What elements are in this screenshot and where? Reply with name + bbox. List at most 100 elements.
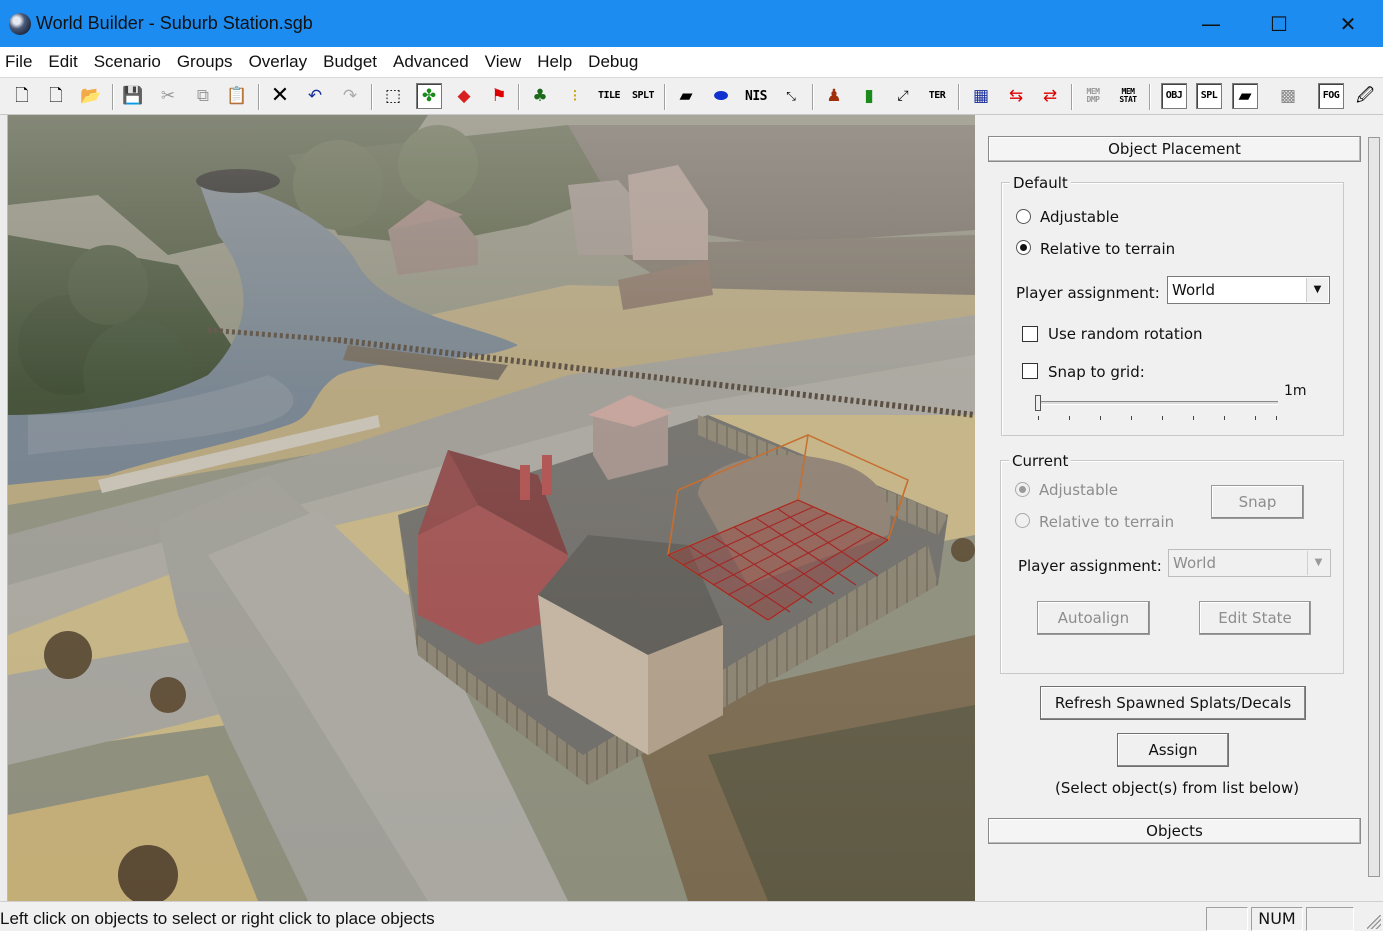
menu-edit[interactable]: Edit — [42, 52, 87, 72]
menu-advanced[interactable]: Advanced — [387, 52, 479, 72]
paste-icon[interactable]: 📋 — [224, 83, 250, 109]
num-lock-indicator: NUM — [1251, 907, 1303, 931]
menu-bar: File Edit Scenario Groups Overlay Budget… — [0, 47, 1383, 77]
current-relative-to-terrain-radio[interactable] — [1015, 513, 1030, 528]
move-arrow-icon[interactable]: ⇆ — [1003, 83, 1029, 109]
mem-dmp-button[interactable]: MEM DMP — [1080, 83, 1106, 109]
copy-icon[interactable]: ⧉ — [190, 83, 216, 109]
undo-icon[interactable]: ↶ — [302, 83, 328, 109]
unit-icon[interactable]: ♟ — [821, 83, 847, 109]
maximize-button[interactable]: ☐ — [1244, 0, 1314, 47]
menu-budget[interactable]: Budget — [317, 52, 387, 72]
default-adjustable-radio[interactable] — [1016, 209, 1031, 224]
window-title: World Builder - Suburb Station.sgb — [36, 13, 313, 33]
side-panel: Object Placement Default Adjustable Rela… — [976, 115, 1383, 901]
panel-scrollbar[interactable] — [1368, 137, 1380, 877]
red-flag-icon[interactable]: ⚑ — [486, 83, 512, 109]
splats-icon[interactable]: ◆ — [451, 83, 477, 109]
scene-render[interactable] — [8, 115, 975, 901]
snap-slider-thumb[interactable] — [1035, 395, 1041, 411]
current-adjustable-radio[interactable] — [1015, 482, 1030, 497]
assign-button[interactable]: Assign — [1117, 733, 1229, 767]
menu-view[interactable]: View — [479, 52, 532, 72]
new-document-icon[interactable]: 🗋 — [9, 83, 35, 109]
snap-slider-track[interactable] — [1038, 401, 1278, 405]
world-builder-window: World Builder - Suburb Station.sgb — ☐ ✕… — [0, 0, 1383, 931]
mem-stat-button[interactable]: MEM STAT — [1115, 83, 1141, 109]
terrain-bars-icon[interactable]: ▮ — [856, 83, 882, 109]
cut-icon[interactable]: ✂ — [155, 83, 181, 109]
nis-button[interactable]: NIS — [743, 83, 769, 109]
close-button[interactable]: ✕ — [1313, 0, 1383, 47]
current-adjustable-label[interactable]: Adjustable — [1039, 481, 1118, 499]
current-player-assignment-select[interactable]: World ▼ — [1168, 549, 1331, 577]
default-player-assignment-label: Player assignment: — [1016, 284, 1160, 302]
object-placement-header[interactable]: Object Placement — [988, 136, 1361, 162]
tile-button[interactable]: TILE — [596, 83, 622, 109]
snap-to-grid-checkbox[interactable] — [1022, 363, 1038, 379]
menu-groups[interactable]: Groups — [171, 52, 243, 72]
delete-icon[interactable]: ✕ — [267, 83, 293, 109]
redo-icon[interactable]: ↷ — [337, 83, 363, 109]
resize-grip-icon[interactable] — [1367, 915, 1381, 929]
snap-to-grid-label[interactable]: Snap to grid: — [1048, 363, 1145, 381]
grid-overlay-icon[interactable]: ▩ — [1275, 83, 1301, 109]
use-random-rotation-checkbox[interactable] — [1022, 326, 1038, 342]
default-player-assignment-select[interactable]: World ▼ — [1167, 276, 1330, 304]
menu-help[interactable]: Help — [531, 52, 582, 72]
current-player-assignment-value: World — [1173, 554, 1216, 572]
rotate-arrow-icon[interactable]: ⇄ — [1037, 83, 1063, 109]
menu-debug[interactable]: Debug — [582, 52, 648, 72]
current-legend: Current — [1009, 452, 1072, 470]
splt-button[interactable]: SPLT — [630, 83, 656, 109]
status-bar: Left click on objects to select or right… — [0, 901, 1383, 931]
current-player-assignment-label: Player assignment: — [1018, 557, 1162, 575]
marquee-select-icon[interactable]: ⬚ — [380, 83, 406, 109]
status-pane-caps — [1206, 907, 1248, 931]
snap-button[interactable]: Snap — [1211, 485, 1304, 519]
spl-view-button[interactable]: SPL — [1196, 83, 1222, 109]
toolbar: 🗋 🗋 📂 💾 ✂ ⧉ 📋 ✕ ↶ ↷ ⬚ ✤ ◆ ⚑ ♣ ⁝ TILE SPL… — [0, 77, 1383, 115]
tree-cluster-icon[interactable]: ♣ — [527, 83, 553, 109]
chevron-down-icon: ▼ — [1307, 551, 1329, 575]
3d-viewport[interactable] — [8, 115, 975, 901]
title-bar[interactable]: World Builder - Suburb Station.sgb — ☐ ✕ — [0, 0, 1383, 47]
road-view-icon[interactable]: ▰ — [1232, 83, 1258, 109]
snap-value-label: 1m — [1284, 383, 1307, 399]
fog-view-button[interactable]: FOG — [1318, 83, 1344, 109]
place-objects-icon[interactable]: ✤ — [416, 83, 442, 109]
save-icon[interactable]: 💾 — [120, 83, 146, 109]
use-random-rotation-label[interactable]: Use random rotation — [1048, 325, 1203, 343]
status-message: Left click on objects to select or right… — [0, 909, 435, 928]
measure-3d-icon[interactable]: ⤡ — [778, 83, 804, 109]
current-relative-to-terrain-label[interactable]: Relative to terrain — [1039, 513, 1174, 531]
autoalign-button[interactable]: Autoalign — [1037, 601, 1150, 635]
ter-button[interactable]: TER — [924, 83, 950, 109]
edit-state-button[interactable]: Edit State — [1199, 601, 1311, 635]
left-dock-edge[interactable] — [0, 115, 8, 901]
traffic-light-icon[interactable]: ⁝ — [562, 83, 588, 109]
obj-view-button[interactable]: OBJ — [1161, 83, 1187, 109]
refresh-spawned-splats-decals-button[interactable]: Refresh Spawned Splats/Decals — [1040, 686, 1306, 720]
default-relative-to-terrain-label[interactable]: Relative to terrain — [1040, 240, 1175, 258]
calendar-icon[interactable]: ▦ — [968, 83, 994, 109]
open-folder-icon[interactable]: 📂 — [78, 83, 104, 109]
menu-scenario[interactable]: Scenario — [88, 52, 171, 72]
new-scenario-icon[interactable]: 🗋 — [43, 83, 69, 109]
default-player-assignment-value: World — [1172, 281, 1215, 299]
default-relative-to-terrain-radio[interactable] — [1016, 240, 1031, 255]
minimize-button[interactable]: — — [1176, 0, 1246, 47]
objects-header[interactable]: Objects — [988, 818, 1361, 844]
water-icon[interactable]: ⬬ — [708, 83, 734, 109]
menu-overlay[interactable]: Overlay — [243, 52, 318, 72]
assign-hint: (Select object(s) from list below) — [1055, 779, 1300, 797]
status-pane-scroll — [1306, 907, 1354, 931]
chevron-down-icon: ▼ — [1306, 278, 1328, 302]
path-nodes-icon[interactable]: ⤢ — [890, 83, 916, 109]
menu-file[interactable]: File — [0, 52, 42, 72]
globe-app-icon — [9, 13, 31, 35]
road-icon[interactable]: ▰ — [673, 83, 699, 109]
default-legend: Default — [1010, 174, 1071, 192]
eye-dropper-icon[interactable]: 🖉 — [1352, 83, 1378, 109]
default-adjustable-label[interactable]: Adjustable — [1040, 208, 1119, 226]
